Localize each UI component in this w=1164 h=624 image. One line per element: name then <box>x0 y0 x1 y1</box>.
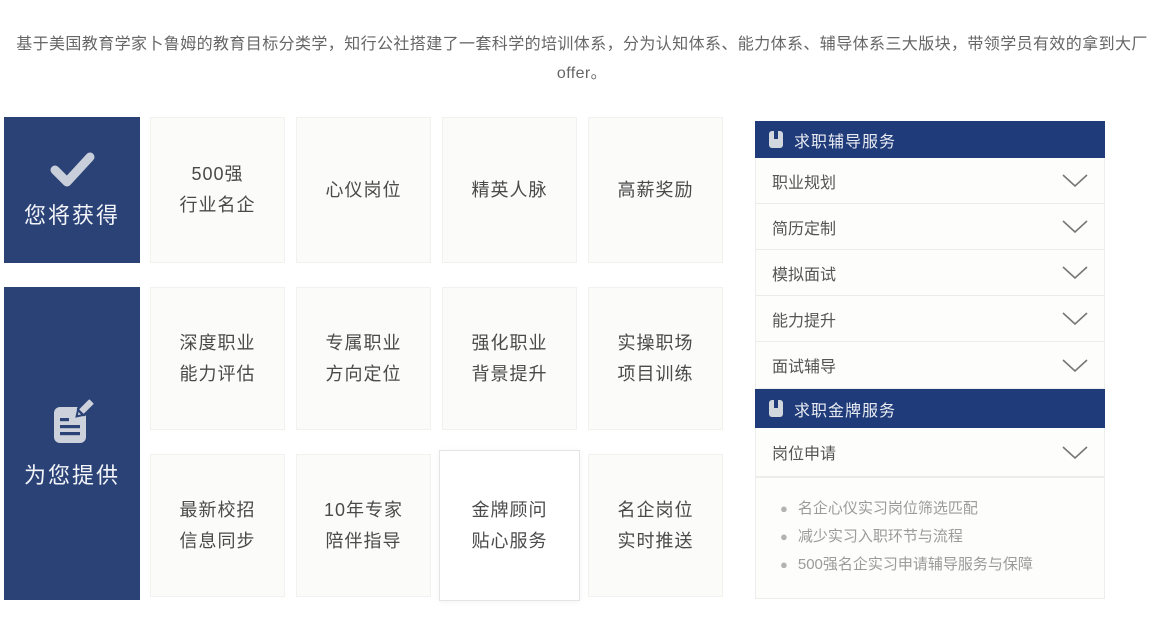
accordion-item-mock-interview[interactable]: 模拟面试 <box>756 250 1104 296</box>
gold-service-bullet-list: ● 名企心仪实习岗位筛选匹配 ● 减少实习入职环节与流程 ● 500强名企实习申… <box>755 477 1105 599</box>
bullet-text: 500强名企实习申请辅导服务与保障 <box>798 551 1033 579</box>
feature-card[interactable]: 最新校招 信息同步 <box>150 454 285 597</box>
accordion-item-interview-coaching[interactable]: 面试辅导 <box>756 342 1104 388</box>
accordion-item-ability-improvement[interactable]: 能力提升 <box>756 296 1104 342</box>
gold-accordion: 岗位申请 <box>755 428 1105 477</box>
left-tab-we-provide[interactable]: 为您提供 <box>4 287 140 600</box>
chevron-down-icon <box>1062 266 1088 279</box>
intro-line-2: offer。 <box>0 59 1164 88</box>
intro-paragraph: 基于美国教育学家卜鲁姆的教育目标分类学，知行公社搭建了一套科学的培训体系，分为认… <box>0 30 1164 88</box>
bullet-item: ● 减少实习入职环节与流程 <box>780 523 1094 551</box>
left-tab-label: 您将获得 <box>24 198 120 230</box>
bullet-dot-icon: ● <box>780 523 788 551</box>
left-tab-label: 为您提供 <box>24 458 120 490</box>
panel-header-coaching: 求职辅导服务 <box>755 121 1105 158</box>
chevron-down-icon <box>1062 359 1088 372</box>
accordion-item-label: 能力提升 <box>772 307 836 331</box>
check-icon <box>47 150 97 188</box>
feature-card[interactable]: 专属职业 方向定位 <box>296 287 431 430</box>
edit-document-icon <box>47 398 97 448</box>
bullet-text: 减少实习入职环节与流程 <box>798 523 963 551</box>
coaching-accordion: 职业规划 简历定制 模拟面试 能力提升 面试辅导 <box>755 158 1105 389</box>
feature-card[interactable]: 心仪岗位 <box>296 117 431 263</box>
panel-title: 求职辅导服务 <box>794 128 896 152</box>
accordion-item-career-planning[interactable]: 职业规划 <box>756 158 1104 204</box>
chevron-down-icon <box>1062 220 1088 233</box>
accordion-item-job-application[interactable]: 岗位申请 <box>756 428 1104 476</box>
feature-card[interactable]: 强化职业 背景提升 <box>442 287 577 430</box>
book-bookmark-icon <box>769 400 783 417</box>
left-tab-you-will-get[interactable]: 您将获得 <box>4 117 140 263</box>
accordion-item-resume-customization[interactable]: 简历定制 <box>756 204 1104 250</box>
feature-card[interactable]: 500强 行业名企 <box>150 117 285 263</box>
feature-card-grid: 500强 行业名企 心仪岗位 精英人脉 高薪奖励 深度职业 能力评估 专属职业 … <box>150 117 723 597</box>
services-panel: 求职辅导服务 职业规划 简历定制 模拟面试 能力提升 面试辅导 求职金牌服务 岗… <box>755 121 1105 599</box>
accordion-item-label: 简历定制 <box>772 215 836 239</box>
panel-title: 求职金牌服务 <box>794 397 896 421</box>
panel-header-gold: 求职金牌服务 <box>755 389 1105 428</box>
chevron-down-icon <box>1062 446 1088 459</box>
feature-card[interactable]: 名企岗位 实时推送 <box>588 454 723 597</box>
accordion-item-label: 面试辅导 <box>772 353 836 377</box>
feature-card[interactable]: 高薪奖励 <box>588 117 723 263</box>
book-bookmark-icon <box>769 131 783 148</box>
chevron-down-icon <box>1062 312 1088 325</box>
feature-card[interactable]: 实操职场 项目训练 <box>588 287 723 430</box>
feature-card[interactable]: 精英人脉 <box>442 117 577 263</box>
intro-line-1: 基于美国教育学家卜鲁姆的教育目标分类学，知行公社搭建了一套科学的培训体系，分为认… <box>0 30 1164 59</box>
feature-card[interactable]: 深度职业 能力评估 <box>150 287 285 430</box>
accordion-item-label: 岗位申请 <box>772 440 836 464</box>
bullet-dot-icon: ● <box>780 495 788 523</box>
bullet-text: 名企心仪实习岗位筛选匹配 <box>798 495 978 523</box>
bullet-item: ● 名企心仪实习岗位筛选匹配 <box>780 495 1094 523</box>
bullet-dot-icon: ● <box>780 551 788 579</box>
feature-card[interactable]: 10年专家 陪伴指导 <box>296 454 431 597</box>
chevron-down-icon <box>1062 174 1088 187</box>
accordion-item-label: 职业规划 <box>772 169 836 193</box>
accordion-item-label: 模拟面试 <box>772 261 836 285</box>
bullet-item: ● 500强名企实习申请辅导服务与保障 <box>780 551 1094 579</box>
feature-card-highlighted[interactable]: 金牌顾问 贴心服务 <box>439 450 580 601</box>
